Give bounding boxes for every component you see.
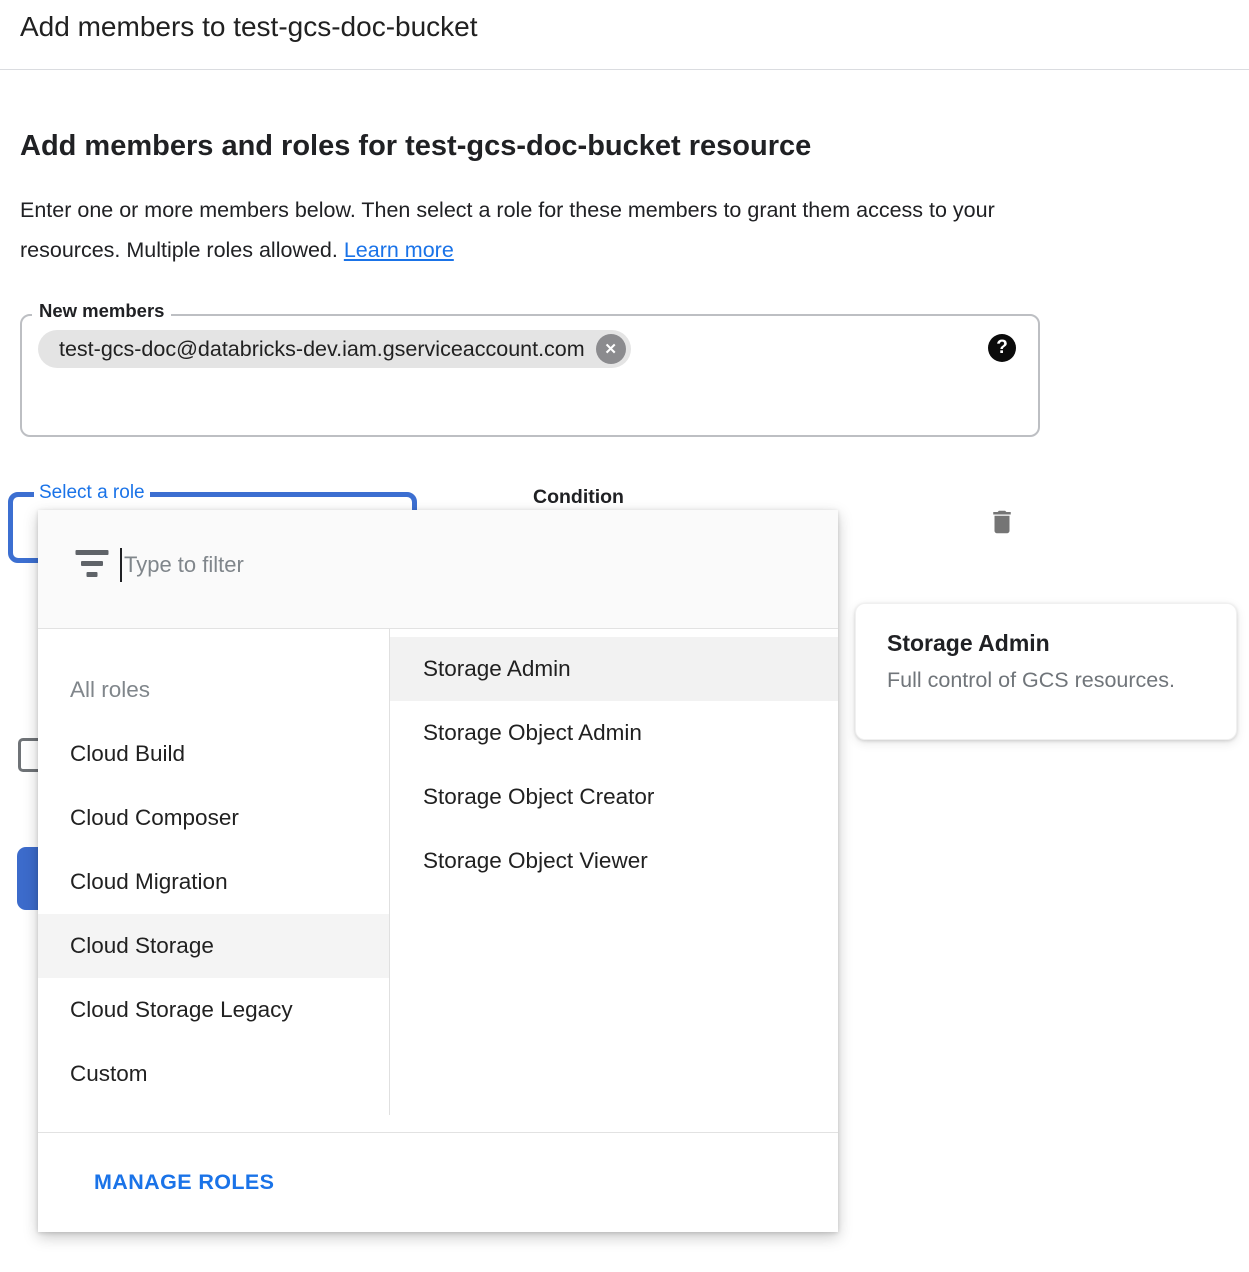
description-text: Enter one or more members below. Then se… xyxy=(20,190,1035,270)
role-item-storage-object-creator[interactable]: Storage Object Creator xyxy=(389,765,838,829)
category-column: All roles Cloud Build Cloud Composer Clo… xyxy=(38,629,389,1132)
help-icon[interactable]: ? xyxy=(988,334,1016,362)
role-item-storage-admin[interactable]: Storage Admin xyxy=(389,637,838,701)
description-body: Enter one or more members below. Then se… xyxy=(20,198,995,262)
manage-roles-link[interactable]: MANAGE ROLES xyxy=(94,1170,274,1195)
role-dropdown-panel: All roles Cloud Build Cloud Composer Clo… xyxy=(38,510,838,1232)
delete-member-row-button[interactable] xyxy=(987,507,1017,537)
text-caret xyxy=(120,548,122,582)
role-filter-input[interactable] xyxy=(124,540,744,590)
category-item-cloud-build[interactable]: Cloud Build xyxy=(38,722,389,786)
trash-icon xyxy=(987,507,1017,537)
new-members-label: New members xyxy=(32,300,171,322)
chip-remove-icon[interactable]: ✕ xyxy=(596,334,626,364)
role-filter-bar xyxy=(38,510,838,629)
role-item-storage-object-admin[interactable]: Storage Object Admin xyxy=(389,701,838,765)
category-item-cloud-storage-legacy[interactable]: Cloud Storage Legacy xyxy=(38,978,389,1042)
section-heading: Add members and roles for test-gcs-doc-b… xyxy=(20,130,811,163)
category-item-all-roles[interactable]: All roles xyxy=(38,658,389,722)
role-list-area: All roles Cloud Build Cloud Composer Clo… xyxy=(38,629,838,1132)
column-divider xyxy=(389,629,390,1115)
header-divider xyxy=(0,69,1249,70)
learn-more-link[interactable]: Learn more xyxy=(344,238,454,262)
role-tooltip-title: Storage Admin xyxy=(887,630,1050,657)
role-panel-footer: MANAGE ROLES xyxy=(38,1132,838,1231)
role-tooltip-card: Storage Admin Full control of GCS resour… xyxy=(855,603,1237,740)
filter-list-icon xyxy=(75,550,108,577)
category-item-custom[interactable]: Custom xyxy=(38,1042,389,1106)
member-chip: test-gcs-doc@databricks-dev.iam.gservice… xyxy=(38,330,631,368)
condition-label: Condition xyxy=(533,486,624,509)
category-item-cloud-migration[interactable]: Cloud Migration xyxy=(38,850,389,914)
page-title: Add members to test-gcs-doc-bucket xyxy=(20,11,478,43)
role-item-storage-object-viewer[interactable]: Storage Object Viewer xyxy=(389,829,838,893)
member-chip-value: test-gcs-doc@databricks-dev.iam.gservice… xyxy=(59,337,585,362)
role-tooltip-description: Full control of GCS resources. xyxy=(887,668,1175,693)
role-select-label: Select a role xyxy=(34,482,150,504)
add-members-dialog: Add members to test-gcs-doc-bucket Add m… xyxy=(0,0,1249,1272)
role-column: Storage Admin Storage Object Admin Stora… xyxy=(389,629,838,1132)
category-item-cloud-storage[interactable]: Cloud Storage xyxy=(38,914,389,978)
category-item-cloud-composer[interactable]: Cloud Composer xyxy=(38,786,389,850)
